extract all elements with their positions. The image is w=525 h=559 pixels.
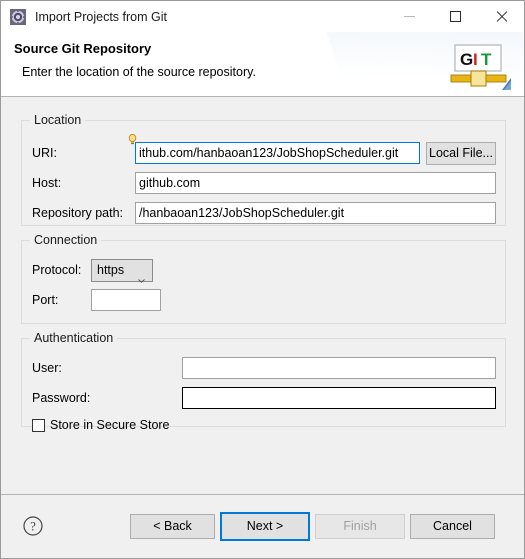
local-file-button[interactable]: Local File... (426, 142, 496, 165)
page-title: Source Git Repository (14, 41, 152, 56)
authentication-group-title: Authentication (30, 331, 118, 345)
cancel-button[interactable]: Cancel (410, 514, 495, 539)
user-label: User: (32, 361, 62, 375)
svg-text:T: T (481, 50, 492, 69)
maximize-icon[interactable] (432, 1, 478, 31)
help-icon[interactable]: ? (23, 516, 43, 536)
connection-group: Connection Protocol: https Port: (21, 233, 506, 324)
page-description: Enter the location of the source reposit… (22, 65, 256, 79)
uri-label: URI: (32, 146, 57, 160)
svg-text:G: G (460, 50, 473, 69)
svg-text:I: I (473, 50, 478, 69)
svg-text:?: ? (30, 520, 36, 534)
location-group-title: Location (30, 113, 86, 127)
password-label: Password: (32, 391, 91, 405)
chevron-down-icon (138, 269, 145, 283)
wizard-header: Source Git Repository Enter the location… (1, 32, 524, 97)
port-label: Port: (32, 293, 59, 307)
repository-path-label: Repository path: (32, 206, 124, 220)
import-projects-from-git-dialog: Import Projects from Git Source Git Repo… (0, 0, 525, 559)
minimize-icon[interactable] (386, 1, 432, 31)
repository-path-input[interactable] (135, 202, 496, 224)
dialog-footer: ? < Back Next > Finish Cancel (1, 494, 524, 558)
window-title: Import Projects from Git (35, 9, 167, 24)
user-input[interactable] (182, 357, 496, 379)
protocol-combobox[interactable]: https (91, 259, 153, 283)
authentication-group: Authentication User: Password: Store in … (21, 331, 506, 432)
next-button[interactable]: Next > (220, 512, 310, 541)
finish-button: Finish (315, 514, 405, 539)
password-input[interactable] (182, 387, 496, 409)
port-input[interactable] (91, 289, 161, 311)
protocol-selected-value: https (97, 263, 125, 277)
checkbox-box-icon (32, 418, 45, 432)
eclipse-wizard-icon (10, 8, 26, 25)
git-logo: G I T (447, 44, 511, 91)
back-button[interactable]: < Back (130, 514, 215, 539)
location-group: Location URI: Local File... Host: Reposi… (21, 113, 506, 226)
host-label: Host: (32, 176, 62, 190)
title-bar: Import Projects from Git (1, 1, 524, 32)
protocol-label: Protocol: (32, 263, 82, 277)
host-input[interactable] (135, 172, 496, 194)
uri-input[interactable] (135, 142, 420, 164)
store-in-secure-store-checkbox[interactable]: Store in Secure Store (32, 418, 170, 432)
store-in-secure-store-label: Store in Secure Store (50, 418, 170, 432)
connection-group-title: Connection (30, 233, 102, 247)
dialog-content: Location URI: Local File... Host: Reposi… (1, 97, 524, 494)
close-icon[interactable] (478, 1, 524, 31)
